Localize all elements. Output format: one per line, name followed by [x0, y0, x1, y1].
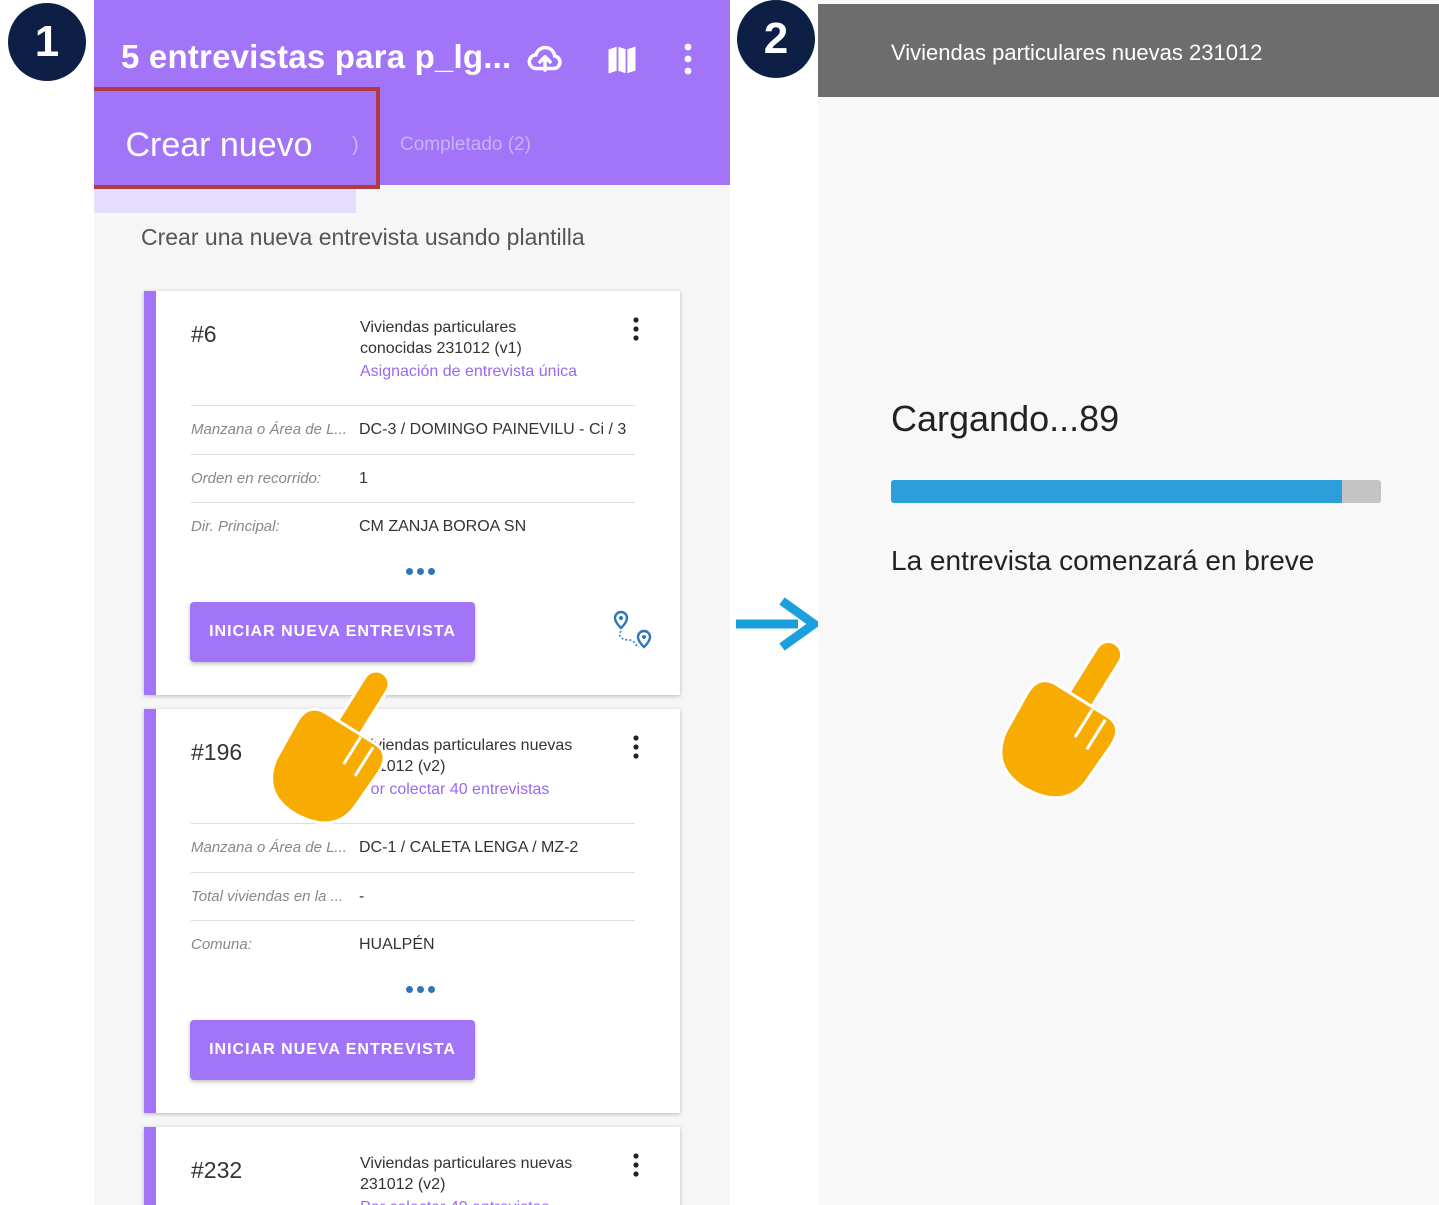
header-title: Viviendas particulares nuevas 231012	[891, 40, 1263, 65]
field-value: DC-1 / CALETA LENGA / MZ-2	[359, 839, 579, 856]
card-template-name: Viviendas particulares conocidas 231012 …	[360, 317, 600, 382]
field-value: HUALPÉN	[359, 936, 435, 953]
field-label: Manzana o Área de L...	[191, 421, 347, 438]
card-field-row: Dir. Principal: CM ZANJA BOROA SN	[191, 502, 635, 551]
card-number: #196	[191, 739, 243, 765]
progress-bar	[891, 480, 1381, 503]
template-line: 231012 (v2)	[360, 1176, 446, 1193]
template-card: #196 Viviendas particulares nuevas 23101…	[144, 709, 680, 1113]
interviews-screen: 5 entrevistas para p_lg... Crear nuevo )…	[94, 0, 730, 1205]
card-field-row: Orden en recorrido: 1	[191, 454, 635, 503]
tab-completed[interactable]: Completado (2)	[400, 134, 531, 156]
loading-screen: Viviendas particulares nuevas 231012 Car…	[818, 0, 1439, 1205]
route-icon[interactable]	[611, 609, 655, 653]
field-label: Orden en recorrido:	[191, 470, 322, 487]
card-field-row: Total viviendas en la ... -	[191, 872, 635, 921]
loading-header: Viviendas particulares nuevas 231012	[818, 4, 1439, 97]
arrow-right-icon	[736, 597, 818, 651]
template-line: conocidas 231012 (v1)	[360, 340, 522, 357]
field-value: DC-3 / DOMINGO PAINEVILU - Ci / 3	[359, 421, 627, 438]
loading-status: Cargando...89	[891, 398, 1120, 439]
loading-message: La entrevista comenzará en breve	[891, 545, 1315, 576]
card-template-name: Viviendas particulares nuevas 231012 (v2…	[360, 735, 600, 800]
app-title: 5 entrevistas para p_lg...	[121, 38, 512, 75]
card-assignment: Por colectar 40 entrevistas	[360, 781, 550, 798]
cloud-upload-icon[interactable]	[526, 40, 564, 78]
field-value: -	[359, 888, 365, 905]
step-badge-2: 2	[737, 0, 815, 78]
field-label: Comuna:	[191, 936, 252, 953]
highlight-frame	[94, 87, 380, 189]
pointing-hand-icon	[272, 669, 391, 825]
field-value: 1	[359, 470, 368, 487]
pointing-hand-icon	[999, 639, 1124, 800]
field-label: Dir. Principal:	[191, 518, 280, 535]
card-number: #232	[191, 1157, 243, 1183]
card-field-row: Comuna: HUALPÉN	[191, 920, 635, 969]
card-field-row: Manzana o Área de L... DC-3 / DOMINGO PA…	[191, 405, 635, 454]
more-vert-icon[interactable]	[632, 1153, 640, 1177]
template-line: Viviendas particulares nuevas	[360, 1155, 573, 1172]
start-interview-button[interactable]: INICIAR NUEVA ENTREVISTA	[190, 1020, 475, 1080]
card-assignment: Asignación de entrevista única	[360, 363, 578, 380]
template-card: #232 Viviendas particulares nuevas 23101…	[144, 1127, 680, 1205]
card-template-name: Viviendas particulares nuevas 231012 (v2…	[360, 1153, 600, 1205]
start-interview-button[interactable]: INICIAR NUEVA ENTREVISTA	[190, 602, 475, 662]
template-line: Viviendas particulares	[360, 319, 517, 336]
more-vert-icon[interactable]	[632, 317, 640, 341]
template-card: #6 Viviendas particulares conocidas 2310…	[144, 291, 680, 695]
progress-fill	[891, 480, 1342, 503]
field-label: Total viviendas en la ...	[191, 888, 344, 905]
more-fields-icon[interactable]	[406, 562, 439, 580]
more-vert-icon[interactable]	[682, 42, 694, 76]
tab-indicator	[94, 185, 356, 213]
more-vert-icon[interactable]	[632, 735, 640, 759]
map-icon[interactable]	[604, 42, 640, 78]
step-badge-1: 1	[8, 3, 86, 81]
card-field-row: Manzana o Área de L... DC-1 / CALETA LEN…	[191, 823, 635, 872]
more-fields-icon[interactable]	[406, 980, 439, 998]
card-assignment: Por colectar 40 entrevistas	[360, 1197, 600, 1205]
field-label: Manzana o Área de L...	[191, 839, 347, 856]
field-value: CM ZANJA BOROA SN	[359, 518, 527, 535]
section-subtitle: Crear una nueva entrevista usando planti…	[141, 224, 585, 250]
card-number: #6	[191, 321, 217, 347]
